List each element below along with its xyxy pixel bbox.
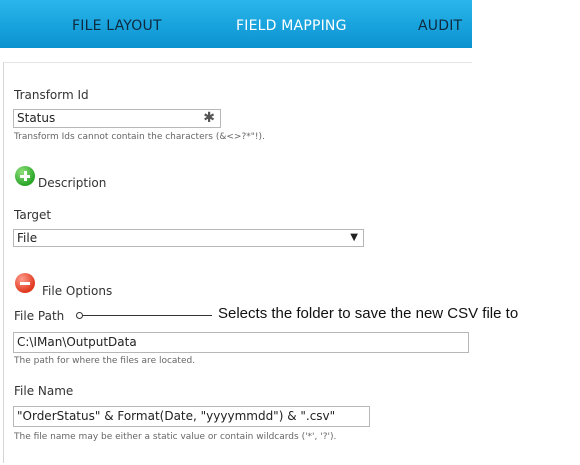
- tab-audit[interactable]: AUDIT: [418, 18, 462, 34]
- asterisk-icon: ✱: [203, 110, 215, 126]
- transform-id-input[interactable]: Status ✱: [13, 109, 221, 128]
- target-select[interactable]: File ▼: [13, 229, 364, 247]
- tab-field-mapping[interactable]: FIELD MAPPING: [236, 18, 347, 34]
- file-path-input[interactable]: C:\IMan\OutputData: [13, 332, 469, 353]
- target-value: File: [17, 231, 38, 245]
- file-path-label: File Path: [14, 309, 65, 323]
- transform-id-hint: Transform Ids cannot contain the charact…: [14, 132, 265, 142]
- file-path-hint: The path for where the files are located…: [14, 356, 196, 366]
- file-name-hint: The file name may be either a static val…: [14, 432, 337, 442]
- file-name-value: "OrderStatus" & Format(Date, "yyyymmdd")…: [17, 409, 336, 423]
- transform-id-label: Transform Id: [14, 88, 89, 102]
- minus-circle-icon[interactable]: [15, 273, 35, 293]
- tab-file-layout[interactable]: FILE LAYOUT: [72, 18, 162, 34]
- top-tab-bar: FILE LAYOUT FIELD MAPPING AUDIT: [0, 0, 472, 48]
- plus-circle-icon[interactable]: [15, 166, 35, 186]
- file-path-callout: Selects the folder to save the new CSV f…: [218, 305, 519, 322]
- file-options-label: File Options: [42, 284, 113, 298]
- chevron-down-icon: ▼: [350, 232, 358, 243]
- file-name-label: File Name: [14, 384, 74, 398]
- description-label: Description: [38, 176, 107, 190]
- target-label: Target: [14, 208, 52, 222]
- callout-line: [82, 315, 212, 316]
- file-name-input[interactable]: "OrderStatus" & Format(Date, "yyyymmdd")…: [13, 406, 370, 427]
- file-path-value: C:\IMan\OutputData: [17, 335, 137, 349]
- transform-id-value: Status: [17, 111, 56, 125]
